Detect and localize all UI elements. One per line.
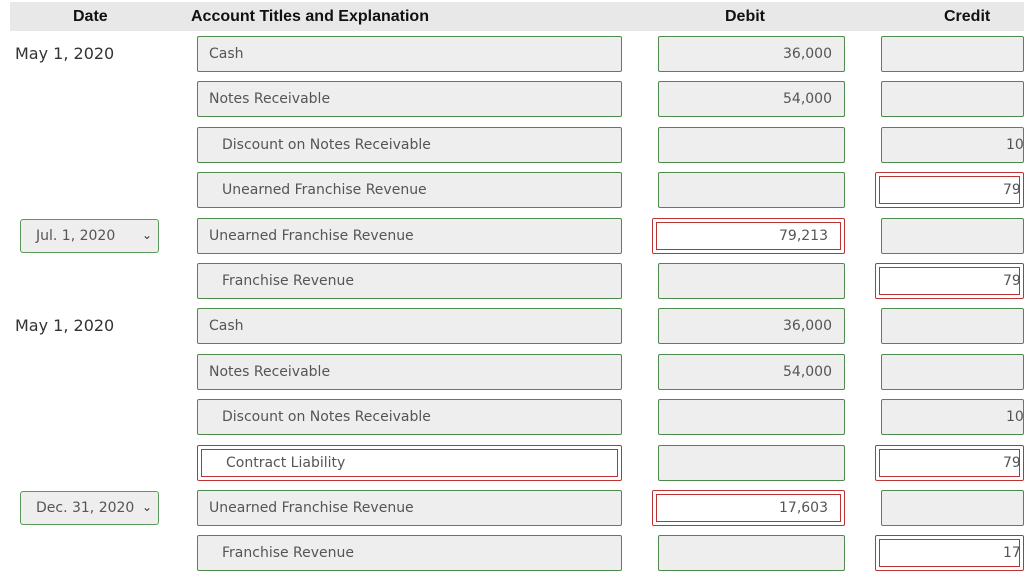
journal-row: Discount on Notes Receivable 10 [0,126,1024,163]
journal-row: Notes Receivable 54,000 [0,353,1024,390]
debit-input[interactable]: 79,213 [652,217,845,254]
credit-input-value: 17 [879,539,1021,568]
debit-input[interactable]: 54,000 [658,353,845,390]
journal-row: Notes Receivable 54,000 [0,81,1024,118]
journal-row: Discount on Notes Receivable 10 [0,399,1024,436]
account-input[interactable]: Notes Receivable [197,353,622,390]
debit-input[interactable] [658,444,845,481]
credit-input[interactable]: 79 [875,172,1024,209]
account-input[interactable]: Franchise Revenue [197,263,622,299]
credit-input[interactable] [881,353,1024,390]
header-date: Date [73,8,108,25]
date-select[interactable]: Jul. 1, 2020 ⌄ [20,218,159,253]
account-input[interactable]: Unearned Franchise Revenue [197,490,622,526]
credit-input[interactable]: 79 [875,263,1024,299]
credit-input[interactable]: 79 [875,444,1024,481]
account-input[interactable]: Franchise Revenue [197,535,622,572]
debit-input[interactable]: 54,000 [658,81,845,118]
credit-input[interactable] [881,81,1024,118]
credit-input-value: 79 [879,176,1021,205]
account-input[interactable]: Contract Liability [197,444,622,481]
credit-input[interactable]: 17 [875,535,1024,572]
credit-input-value: 79 [879,267,1021,295]
credit-input[interactable] [881,36,1024,72]
account-input[interactable]: Discount on Notes Receivable [197,126,622,163]
journal-row: Jul. 1, 2020 ⌄ Unearned Franchise Revenue 7… [0,217,1024,254]
table-header: Date Account Titles and Explanation Debi… [10,2,1024,31]
credit-input[interactable] [881,308,1024,345]
journal-row: Contract Liability 79 [0,444,1024,481]
chevron-down-icon: ⌄ [141,227,152,242]
journal-row: Franchise Revenue 17 [0,535,1024,572]
account-input[interactable]: Unearned Franchise Revenue [197,217,622,254]
journal-row: May 1, 2020 Cash 36,000 [0,36,1024,72]
credit-input[interactable]: 10 [881,399,1024,436]
journal-row: Franchise Revenue 79 [0,263,1024,299]
date-select[interactable]: Dec. 31, 2020 ⌄ [20,491,159,525]
entry-date: May 1, 2020 [15,316,115,336]
debit-input[interactable]: 36,000 [658,308,845,345]
credit-input[interactable]: 10 [881,126,1024,163]
account-input[interactable]: Cash [197,36,622,72]
debit-input[interactable]: 36,000 [658,36,845,72]
account-input-value: Contract Liability [201,448,618,477]
journal-row: Dec. 31, 2020 ⌄ Unearned Franchise Revenue… [0,490,1024,526]
debit-input-value: 17,603 [656,494,841,522]
entry-date: May 1, 2020 [15,44,115,63]
credit-input[interactable] [881,490,1024,526]
credit-input-value: 79 [879,448,1021,477]
header-account: Account Titles and Explanation [191,8,429,25]
header-credit: Credit [944,8,991,25]
journal-row: May 1, 2020 Cash 36,000 [0,308,1024,345]
date-select-value: Jul. 1, 2020 [36,227,116,244]
journal-row: Unearned Franchise Revenue 79 [0,172,1024,209]
debit-input[interactable] [658,126,845,163]
debit-input[interactable] [658,172,845,209]
header-debit: Debit [725,8,765,25]
credit-input[interactable] [881,217,1024,254]
account-input[interactable]: Notes Receivable [197,81,622,118]
debit-input[interactable] [658,535,845,572]
debit-input-value: 79,213 [656,221,841,250]
chevron-down-icon: ⌄ [141,500,152,514]
account-input[interactable]: Unearned Franchise Revenue [197,172,622,209]
debit-input[interactable]: 17,603 [652,490,845,526]
date-select-value: Dec. 31, 2020 [36,500,135,516]
debit-input[interactable] [658,263,845,299]
debit-input[interactable] [658,399,845,436]
account-input[interactable]: Discount on Notes Receivable [197,399,622,436]
account-input[interactable]: Cash [197,308,622,345]
